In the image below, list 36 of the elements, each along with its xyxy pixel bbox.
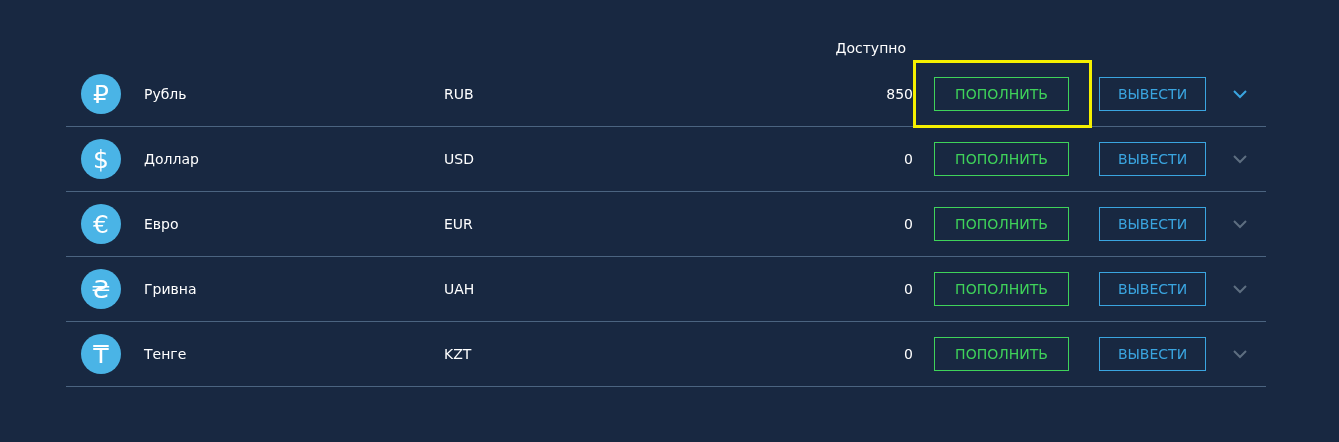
- currency-name: Гривна: [144, 281, 198, 297]
- currency-name: Евро: [144, 216, 180, 232]
- currency-code: USD: [444, 151, 475, 167]
- deposit-button[interactable]: ПОПОЛНИТЬ: [934, 337, 1069, 371]
- currency-icon: €: [81, 204, 121, 244]
- chevron-down-icon[interactable]: [1232, 89, 1248, 99]
- currency-code: RUB: [444, 86, 475, 102]
- currency-icon: ₸: [81, 334, 121, 374]
- column-header: Доступно: [834, 40, 906, 58]
- balance-amount: 0: [903, 151, 913, 167]
- currency-name: Тенге: [144, 346, 188, 362]
- withdraw-button[interactable]: ВЫВЕСТИ: [1099, 142, 1206, 176]
- balance-amount: 0: [903, 216, 913, 232]
- chevron-down-icon[interactable]: [1232, 284, 1248, 294]
- balance-amount: 0: [903, 281, 913, 297]
- withdraw-button[interactable]: ВЫВЕСТИ: [1099, 207, 1206, 241]
- currency-code: UAH: [444, 281, 476, 297]
- currency-name: Доллар: [144, 151, 200, 167]
- currency-code: KZT: [444, 346, 473, 362]
- currency-icon: ₴: [81, 269, 121, 309]
- currency-code: EUR: [444, 216, 474, 232]
- balance-amount: 0: [903, 346, 913, 362]
- currency-icon: $: [81, 139, 121, 179]
- deposit-button[interactable]: ПОПОЛНИТЬ: [934, 207, 1069, 241]
- currency-icon: ₽: [81, 74, 121, 114]
- chevron-down-icon[interactable]: [1232, 349, 1248, 359]
- chevron-down-icon[interactable]: [1232, 219, 1248, 229]
- currency-name: Рубль: [144, 86, 188, 102]
- withdraw-button[interactable]: ВЫВЕСТИ: [1099, 77, 1206, 111]
- balance-amount: 850: [885, 86, 913, 102]
- deposit-button[interactable]: ПОПОЛНИТЬ: [934, 272, 1069, 306]
- deposit-button[interactable]: ПОПОЛНИТЬ: [934, 142, 1069, 176]
- chevron-down-icon[interactable]: [1232, 154, 1248, 164]
- deposit-button[interactable]: ПОПОЛНИТЬ: [934, 77, 1069, 111]
- withdraw-button[interactable]: ВЫВЕСТИ: [1099, 272, 1206, 306]
- withdraw-button[interactable]: ВЫВЕСТИ: [1099, 337, 1206, 371]
